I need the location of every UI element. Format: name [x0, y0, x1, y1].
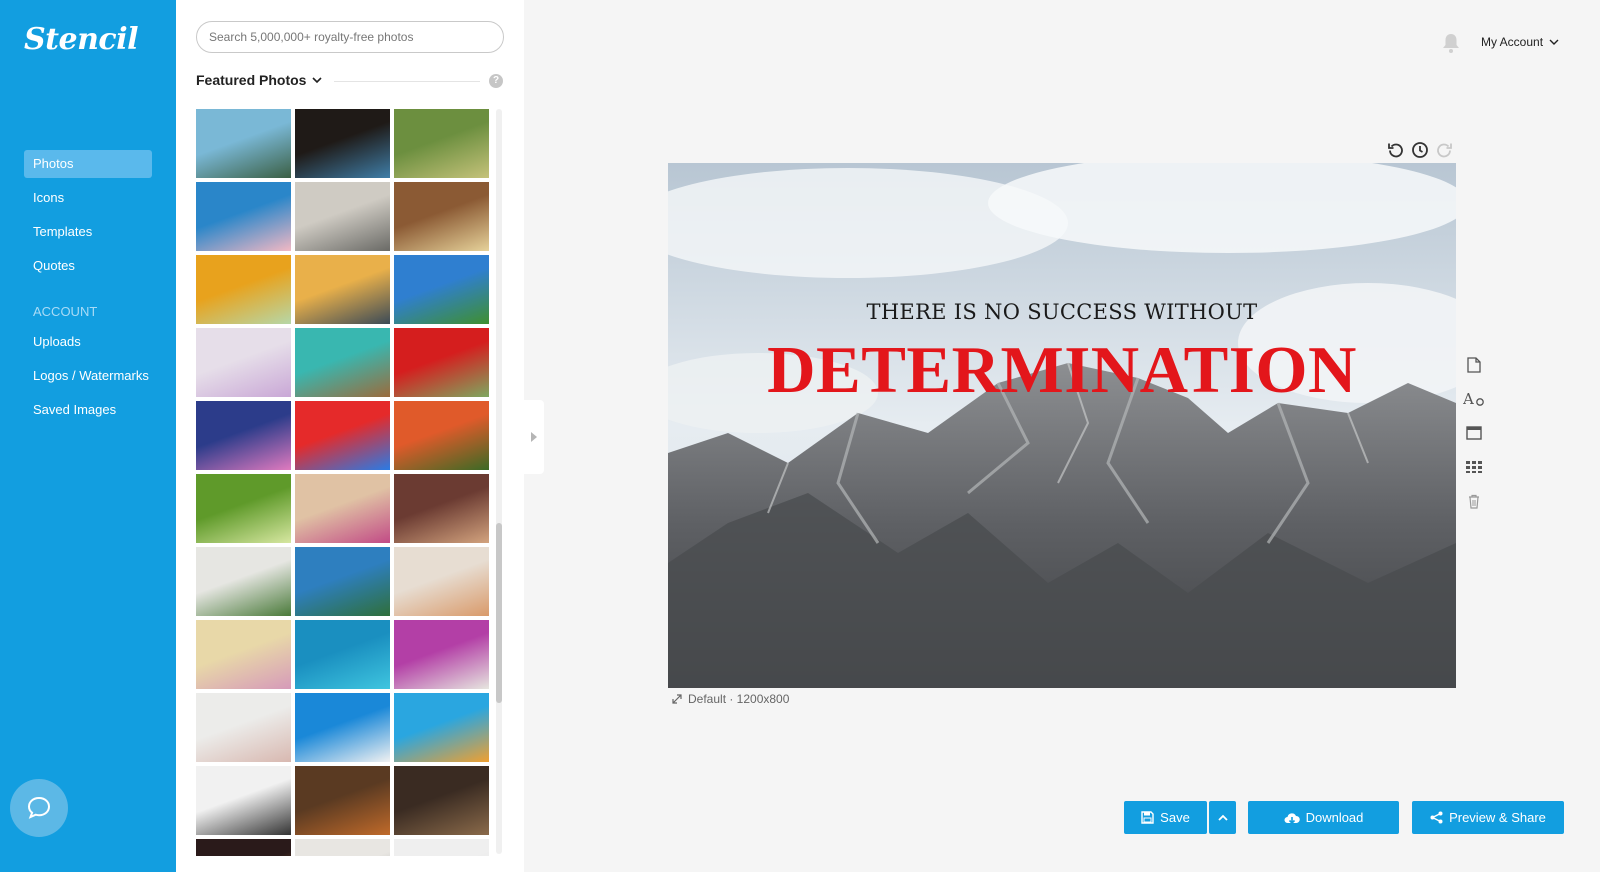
cloud-download-icon [1284, 812, 1300, 824]
bell-icon[interactable] [1441, 32, 1461, 54]
save-options-button[interactable] [1209, 801, 1236, 834]
photo-thumb-man-poolside[interactable] [295, 328, 390, 397]
photo-thumb-stone-blur[interactable] [295, 839, 390, 856]
my-account-menu[interactable]: My Account [1481, 35, 1559, 49]
canvas-size-selector[interactable]: Default · 1200x800 [672, 692, 789, 706]
nav-item-saved-images[interactable]: Saved Images [24, 396, 152, 424]
preview-share-label: Preview & Share [1449, 810, 1546, 825]
photo-thumb-night-lights[interactable] [196, 839, 291, 856]
photo-thumb-jelly-beans[interactable] [295, 401, 390, 470]
photo-thumb-hanging-bulbs[interactable] [295, 693, 390, 762]
photo-thumb-ice-cream-pattern[interactable] [394, 693, 489, 762]
page-icon[interactable] [1462, 348, 1486, 382]
photo-thumb-mountain-sunset[interactable] [295, 255, 390, 324]
preview-share-button[interactable]: Preview & Share [1412, 801, 1564, 834]
canvas-headline-line1[interactable]: THERE IS NO SUCCESS WITHOUT [668, 300, 1456, 324]
photo-thumb-girl-flowers[interactable] [196, 620, 291, 689]
photo-thumb-candy-eggs[interactable] [196, 328, 291, 397]
chevron-up-icon [1217, 814, 1228, 821]
chat-bubble-icon [27, 796, 51, 819]
grid-icon[interactable] [1462, 450, 1486, 484]
nav-item-uploads[interactable]: Uploads [24, 328, 152, 356]
photo-thumb-mountain-lake[interactable] [295, 547, 390, 616]
photo-panel: Featured Photos ? [176, 0, 524, 872]
clock-icon[interactable] [1411, 141, 1429, 159]
photo-thumb-paint-swirl[interactable] [196, 182, 291, 251]
svg-text:A: A [1463, 391, 1474, 407]
photo-thumb-white-plain[interactable] [394, 839, 489, 856]
photo-thumb-lake-dusk[interactable] [196, 401, 291, 470]
photo-thumb-strawberry[interactable] [394, 328, 489, 397]
nav-item-photos[interactable]: Photos [24, 150, 152, 178]
canvas-headline-line2[interactable]: DETERMINATION [668, 332, 1456, 409]
photo-thumb-coffee-cup[interactable] [295, 109, 390, 178]
nav-item-logos-watermarks[interactable]: Logos / Watermarks [24, 362, 152, 390]
help-icon[interactable]: ? [489, 74, 503, 88]
featured-divider [334, 81, 480, 82]
chevron-right-icon [531, 432, 537, 442]
photo-thumb-green-field[interactable] [394, 255, 489, 324]
photo-thumb-beach-dogs[interactable] [295, 182, 390, 251]
nav-item-icons[interactable]: Icons [24, 184, 152, 212]
save-button[interactable]: Save [1124, 801, 1207, 834]
nav-list: Photos Icons Templates Quotes ACCOUNT Up… [24, 150, 152, 430]
featured-photos-dropdown[interactable]: Featured Photos [196, 72, 323, 88]
nav-section-account: ACCOUNT [33, 304, 98, 319]
resize-icon [672, 694, 682, 704]
save-disk-icon [1141, 811, 1154, 824]
nav-item-quotes[interactable]: Quotes [24, 252, 152, 280]
chevron-down-icon [1549, 39, 1559, 45]
photo-thumb-flower-frame[interactable] [196, 547, 291, 616]
photo-thumb-wood-table-food[interactable] [295, 766, 390, 835]
featured-photos-label: Featured Photos [196, 72, 307, 88]
photo-grid [196, 109, 490, 856]
photo-thumb-makeup-brushes[interactable] [295, 474, 390, 543]
canvas-size-label: Default · 1200x800 [688, 692, 790, 706]
undo-icon[interactable] [1387, 141, 1405, 159]
download-button[interactable]: Download [1248, 801, 1399, 834]
photo-thumb-sunflower-chalk[interactable] [196, 255, 291, 324]
photo-thumb-women-group[interactable] [196, 766, 291, 835]
photo-thumb-palm-trees[interactable] [196, 109, 291, 178]
scrollbar-track[interactable] [496, 109, 502, 854]
photo-thumb-woman-camera[interactable] [394, 474, 489, 543]
download-label: Download [1305, 810, 1364, 825]
photo-thumb-swimmer-pool[interactable] [295, 620, 390, 689]
history-controls [1387, 141, 1453, 159]
collapse-panel-tab[interactable] [524, 400, 544, 474]
stencil-logo[interactable]: Stencil [24, 22, 138, 57]
left-nav: Stencil Photos Icons Templates Quotes AC… [0, 0, 176, 872]
photo-thumb-easter-bunny[interactable] [196, 693, 291, 762]
chevron-down-icon [312, 76, 323, 83]
mountain-background-image [668, 163, 1456, 688]
frame-icon[interactable] [1462, 416, 1486, 450]
share-icon [1430, 811, 1443, 824]
photo-thumb-crafts-hands[interactable] [394, 547, 489, 616]
save-label: Save [1160, 810, 1190, 825]
chat-button[interactable] [10, 779, 68, 837]
photo-search-input[interactable] [196, 21, 504, 53]
trash-icon[interactable] [1462, 484, 1486, 518]
photo-thumb-bird-house[interactable] [394, 109, 489, 178]
scrollbar-thumb[interactable] [496, 523, 502, 703]
photo-thumb-laptop-flowers[interactable] [394, 182, 489, 251]
photo-thumb-old-doorway[interactable] [394, 766, 489, 835]
nav-item-templates[interactable]: Templates [24, 218, 152, 246]
photo-thumb-field-sunset[interactable] [394, 401, 489, 470]
redo-icon[interactable] [1435, 141, 1453, 159]
text-style-icon[interactable]: A [1462, 382, 1486, 416]
canvas-side-tools: A [1462, 348, 1486, 518]
photo-thumb-palm-leaf[interactable] [196, 474, 291, 543]
photo-thumb-tulips[interactable] [394, 620, 489, 689]
design-canvas[interactable]: THERE IS NO SUCCESS WITHOUT DETERMINATIO… [668, 163, 1456, 688]
my-account-label: My Account [1481, 35, 1544, 49]
